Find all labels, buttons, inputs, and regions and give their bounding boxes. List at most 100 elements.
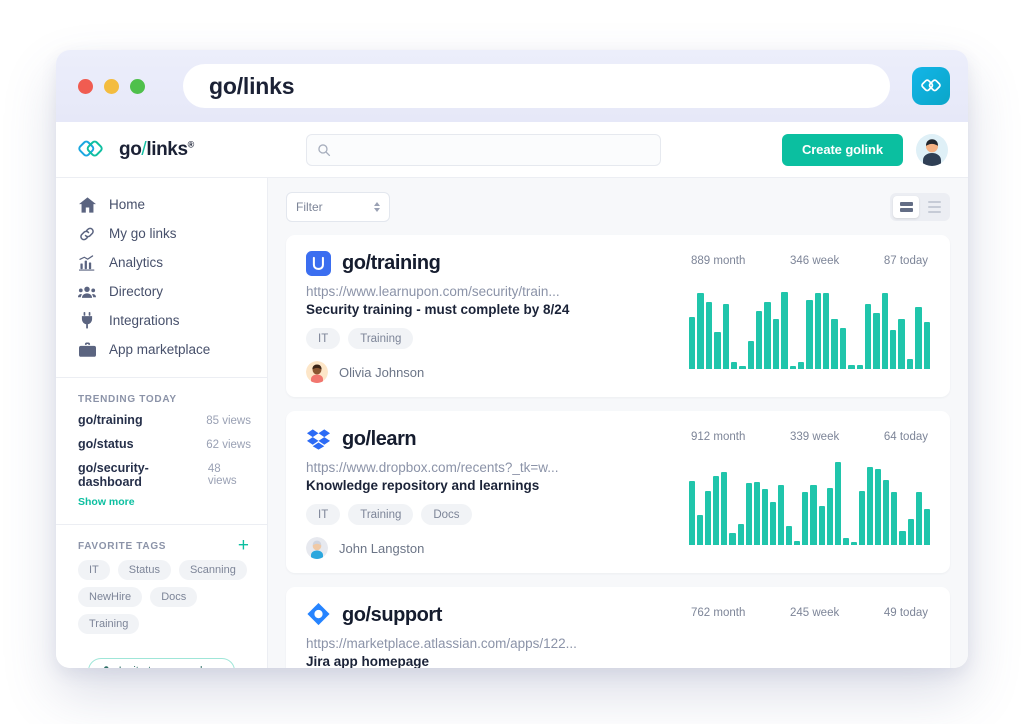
link-card-author-name: Olivia Johnson (339, 364, 425, 380)
sparkline-bar (826, 488, 833, 545)
tag-chip[interactable]: Docs (421, 504, 472, 525)
address-bar[interactable]: go/links (183, 64, 890, 108)
filter-select[interactable]: Filter (286, 192, 390, 222)
stat-month: 762 month (691, 607, 746, 619)
sparkline-bar (697, 514, 704, 545)
sidebar-item-analytics[interactable]: Analytics (56, 248, 267, 277)
stat-week: 346 week (790, 255, 840, 267)
tag-chip[interactable]: Training (348, 328, 414, 349)
sparkline-bar (867, 466, 874, 545)
invite-team-members-button[interactable]: Invite team members (87, 658, 236, 668)
trending-item-name: go/status (78, 437, 134, 451)
sparkline-bar (898, 319, 905, 369)
app-header: go/links® Create golink (56, 122, 968, 178)
trending-item-views: 48 views (207, 463, 237, 487)
briefcase-icon (78, 341, 96, 358)
sparkline-chart (689, 635, 930, 668)
sparkline-bar (856, 364, 863, 369)
content-toolbar: Filter (286, 192, 950, 222)
tag-chip[interactable]: NewHire (78, 587, 143, 607)
tag-chip[interactable]: IT (306, 328, 341, 349)
sidebar: Home My go links Analytics Directory Int… (56, 178, 268, 668)
sparkline-bar (848, 364, 855, 369)
sidebar-item-app-marketplace[interactable]: App marketplace (56, 335, 267, 364)
sidebar-item-directory[interactable]: Directory (56, 277, 267, 306)
sparkline-bar (881, 293, 888, 369)
logo-prefix: go (119, 138, 142, 160)
sparkline-bar (923, 508, 930, 545)
search-icon (318, 143, 331, 156)
sidebar-item-integrations[interactable]: Integrations (56, 306, 267, 335)
trending-item-views: 85 views (206, 415, 251, 427)
app-logo[interactable]: go/links® (78, 137, 268, 163)
sparkline-bar (789, 365, 796, 369)
sparkline-bar (714, 332, 721, 369)
link-card-description: Jira app homepage (306, 654, 430, 668)
trending-item-name: go/security-dashboard (78, 461, 149, 489)
sparkline-bar (705, 301, 713, 369)
sparkline-bar (764, 301, 771, 369)
home-icon (78, 196, 96, 213)
sparkline-bar (842, 538, 849, 545)
trending-item[interactable]: go/security-dashboard 48 views (56, 461, 267, 489)
sparkline-bar (818, 506, 825, 545)
sparkline-bar (745, 483, 752, 545)
filter-select-label: Filter (296, 200, 323, 214)
golinks-extension-icon[interactable] (912, 67, 950, 105)
sparkline-bar (781, 291, 788, 369)
link-card[interactable]: go/support https://marketplace.atlassian… (286, 587, 950, 668)
trending-item-name: go/training (78, 413, 143, 427)
sparkline-bar (721, 471, 728, 545)
list-view-icon[interactable] (921, 196, 947, 218)
plus-icon[interactable]: + (238, 536, 249, 555)
sidebar-item-label: App marketplace (109, 342, 211, 357)
tag-chip[interactable]: Status (117, 560, 171, 580)
sparkline-bar (810, 484, 817, 545)
search-input[interactable] (339, 142, 650, 157)
sparkline-bar (739, 366, 746, 369)
sidebar-item-my-go-links[interactable]: My go links (56, 219, 267, 248)
sidebar-item-home[interactable]: Home (56, 190, 267, 219)
sparkline-bar (915, 491, 922, 545)
card-view-icon[interactable] (893, 196, 919, 218)
close-window-button[interactable] (78, 78, 93, 94)
sparkline-bar (769, 502, 777, 545)
link-card-heading: go/support (306, 603, 683, 628)
link-card-heading: go/training (306, 251, 683, 276)
sparkline-bar (772, 319, 780, 369)
stepper-arrows-icon (374, 202, 380, 212)
sparkline-bar (705, 490, 712, 545)
sparkline-bar (713, 476, 720, 545)
invite-team-members-label: Invite team members (119, 665, 222, 668)
header-actions: Create golink (781, 133, 948, 166)
sparkline-bar (689, 317, 696, 369)
sparkline-bar (839, 327, 847, 369)
link-card[interactable]: go/learn https://www.dropbox.com/recents… (286, 411, 950, 573)
logo-registered-mark: ® (187, 139, 195, 150)
trending-item[interactable]: go/training 85 views (56, 413, 267, 437)
link-card-heading: go/learn (306, 427, 683, 452)
link-card-metrics: 912 month 339 week 64 today (683, 427, 930, 559)
tag-chip[interactable]: Scanning (178, 560, 247, 580)
tag-chip[interactable]: Docs (150, 587, 198, 607)
link-card[interactable]: go/training https://www.learnupon.com/se… (286, 235, 950, 397)
avatar[interactable] (916, 133, 948, 166)
minimize-window-button[interactable] (104, 78, 119, 94)
tag-chip[interactable]: IT (78, 560, 110, 580)
maximize-window-button[interactable] (130, 78, 145, 94)
link-card-tags: IT Training Docs (306, 504, 683, 525)
tag-chip[interactable]: Training (78, 614, 140, 634)
tag-chip[interactable]: Training (348, 504, 414, 525)
create-golink-button[interactable]: Create golink (781, 133, 903, 166)
trending-item[interactable]: go/status 62 views (56, 437, 267, 461)
favorite-tags-header: Favorite tags + (56, 525, 267, 560)
tag-chip[interactable]: IT (306, 504, 341, 525)
link-card-stats: 762 month 245 week 49 today (689, 603, 930, 619)
sparkline-bar (890, 330, 897, 369)
link-card-url: https://www.dropbox.com/recents?_tk=w... (306, 460, 559, 475)
global-search[interactable] (306, 133, 661, 166)
address-bar-value: go/links (209, 72, 295, 99)
avatar (306, 537, 328, 559)
stat-week: 339 week (790, 431, 840, 443)
directory-icon (78, 285, 96, 299)
